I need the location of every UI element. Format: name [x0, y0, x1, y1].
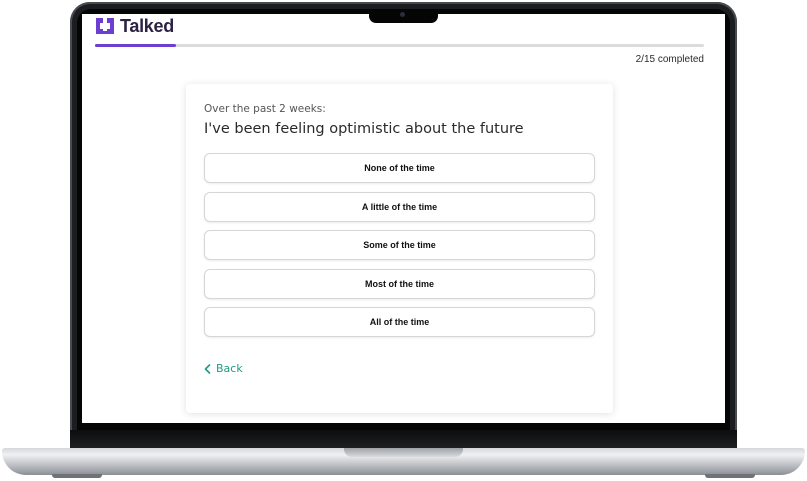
laptop-hinge	[70, 430, 737, 448]
option-a-little-of-the-time[interactable]: A little of the time	[204, 191, 595, 222]
camera-icon	[400, 12, 405, 17]
question-text: I've been feeling optimistic about the f…	[204, 121, 524, 137]
talked-logo-icon	[96, 18, 114, 34]
progress-bar-fill	[95, 44, 177, 47]
option-some-of-the-time[interactable]: Some of the time	[204, 230, 595, 260]
back-button[interactable]: Back	[204, 362, 243, 375]
progress-bar	[95, 44, 704, 47]
option-all-of-the-time[interactable]: All of the time	[204, 307, 595, 337]
option-none-of-the-time[interactable]: None of the time	[204, 153, 595, 183]
back-label: Back	[216, 362, 243, 375]
question-prompt: Over the past 2 weeks:	[204, 103, 326, 115]
option-most-of-the-time[interactable]: Most of the time	[204, 268, 595, 299]
laptop-foot-right	[705, 474, 755, 478]
progress-label: 2/15 completed	[635, 54, 704, 65]
laptop-mockup: Talked 2/15 completed Over the past 2 we…	[0, 0, 807, 481]
brand-logo[interactable]: Talked	[94, 15, 174, 37]
app-screen: Talked 2/15 completed Over the past 2 we…	[82, 14, 725, 423]
answer-options: None of the time A little of the time So…	[204, 153, 595, 346]
laptop-foot-left	[52, 474, 102, 478]
laptop-opening-lip	[344, 448, 463, 457]
chevron-left-icon	[204, 363, 211, 374]
question-card: Over the past 2 weeks: I've been feeling…	[186, 84, 613, 413]
brand-name: Talked	[120, 15, 174, 36]
